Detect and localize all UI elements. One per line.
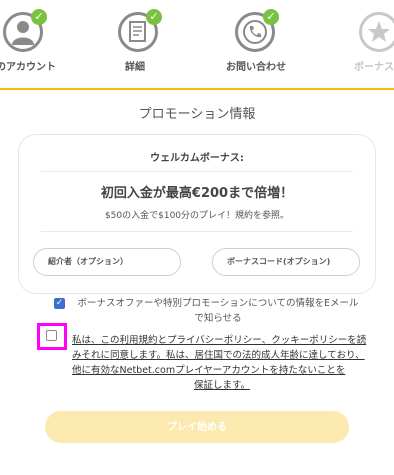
bonus-code-input[interactable]: ボーナスコード(オプション) [212,248,360,276]
offer-title: 初回入金が最高€200まで倍増！ [100,186,294,201]
check-icon: ✓ [263,9,279,25]
offer-subtitle: $50の入金で$100分のプレイ！規約を参照。 [104,211,290,221]
divider [41,231,353,232]
step-label: お問い合わせ [226,62,286,73]
step-label: のアカウント [0,62,56,73]
welcome-bonus-label: ウェルカムボーナス: [150,153,244,164]
divider [41,171,353,172]
section-title: プロモーション情報 [138,107,256,122]
check-icon: ✓ [31,9,47,25]
terms-consent-text[interactable]: 私は、この利用規約とプライバシーポリシー、クッキーポリシーを読みそれに同意します… [72,333,372,393]
terms-checkbox[interactable] [46,330,57,341]
terms-text: 私は、この利用規約とプライバシーポリシー、クッキーポリシーを読みそれに同意します… [72,335,367,376]
step-label: ボーナス [354,62,394,73]
marketing-checkbox[interactable]: ✓ [54,298,65,309]
referrer-input[interactable]: 紹介者（オプション） [33,248,181,276]
check-icon: ✓ [146,9,162,25]
progress-steps: ✓ のアカウント ✓ 詳細 ✓ お問い合わせ ボーナス [0,0,394,90]
terms-text-end: 保証します。 [193,380,251,391]
step-label: 詳細 [125,62,145,73]
play-start-button[interactable]: プレイ始める [45,411,349,443]
marketing-consent-text: ボーナスオファーや特別プロモーションについての情報をEメールで知らせる [77,298,359,324]
star-icon [359,12,394,52]
promotion-card: ウェルカムボーナス: 初回入金が最高€200まで倍増！ $50の入金で$100分… [18,134,376,294]
